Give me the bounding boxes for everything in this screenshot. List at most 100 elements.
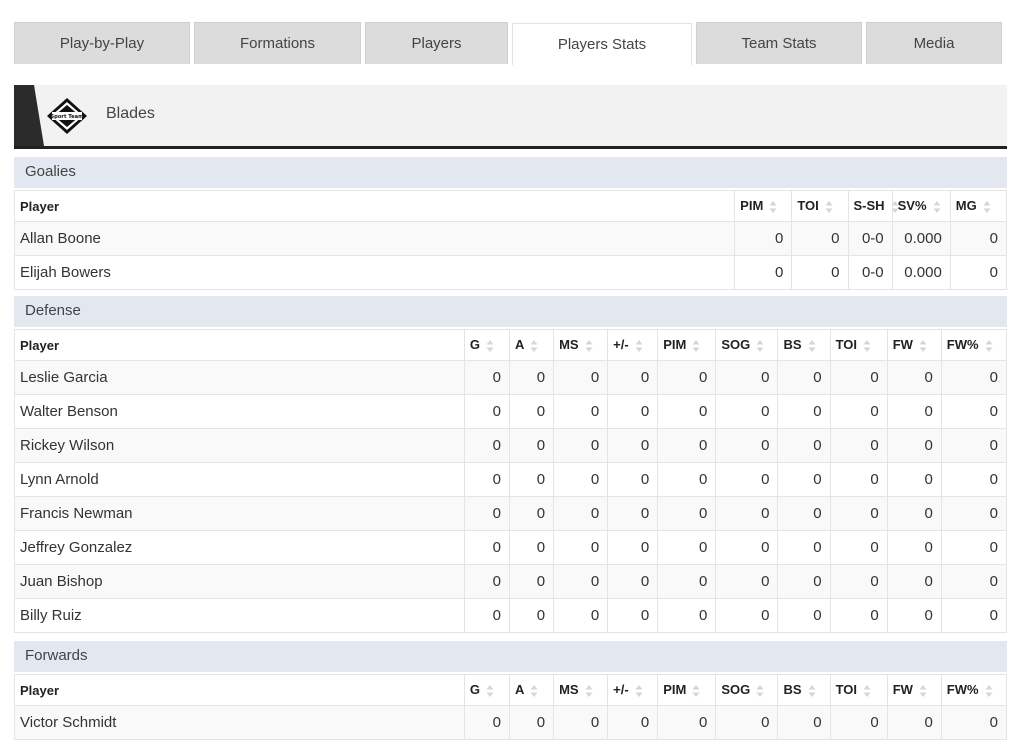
stat-cell: 0 (657, 598, 717, 633)
player-name: Allan Boone (13, 221, 736, 256)
stat-cell: 0 (829, 394, 888, 429)
column-header-label: PIM (740, 198, 764, 214)
tab-play-by-play[interactable]: Play-by-Play (14, 22, 190, 64)
column-header-sortable[interactable]: BS (777, 329, 831, 361)
column-header-sortable[interactable]: MS (553, 329, 609, 361)
sort-arrows-icon (486, 684, 494, 698)
column-header-sortable[interactable]: PIM (657, 329, 717, 361)
stat-cell: 0 (777, 530, 831, 565)
stat-cell: 0 (777, 428, 831, 463)
column-header-sortable[interactable]: FW% (940, 329, 1008, 361)
stat-cell: 0 (463, 530, 510, 565)
column-header-sortable[interactable]: FW (886, 329, 942, 361)
column-header-sortable[interactable]: S-SH (847, 190, 899, 222)
player-name: Juan Bishop (14, 564, 465, 599)
sort-arrows-icon (530, 339, 538, 353)
column-header-sortable[interactable]: FW% (940, 674, 1008, 706)
stat-cell: 0 (886, 530, 942, 565)
column-header-sortable[interactable]: PIM (734, 190, 793, 222)
stat-cell: 0 (791, 255, 849, 290)
column-header-label: Player (20, 198, 60, 214)
column-header-sortable[interactable]: PIM (657, 674, 717, 706)
player-name: Victor Schmidt (14, 705, 465, 740)
stat-cell: 0 (886, 598, 942, 633)
stat-cell: 0 (463, 705, 510, 740)
stat-cell: 0 (463, 564, 510, 599)
tab-players[interactable]: Players (365, 22, 508, 64)
stat-cell: 0 (715, 394, 779, 429)
stat-cell: 0 (657, 360, 717, 395)
stat-cell: 0 (777, 496, 831, 531)
stat-cell: 0 (715, 360, 779, 395)
stat-cell: 0 (940, 705, 1008, 740)
sort-arrows-icon (985, 339, 993, 353)
column-header-sortable[interactable]: G (463, 674, 510, 706)
column-header-sortable[interactable]: TOI (829, 329, 888, 361)
stat-cell: 0 (607, 564, 659, 599)
team-name: Blades (106, 105, 155, 122)
forwards-table: Player G A MS +/- PIM SOG BS TOI FW FW% Victor Schm… (14, 674, 1008, 740)
tab-players-stats[interactable]: Players Stats (512, 23, 692, 65)
tab-formations[interactable]: Formations (194, 22, 361, 64)
stat-cell: 0 (886, 428, 942, 463)
column-header-sortable[interactable]: A (508, 674, 555, 706)
column-header-sortable[interactable]: +/- (607, 674, 659, 706)
stat-cell: 0-0 (847, 221, 893, 256)
stat-cell: 0 (553, 530, 609, 565)
stat-cell: 0 (886, 394, 942, 429)
stat-cell: 0 (553, 705, 609, 740)
logo-text: Sport Team (50, 114, 83, 120)
column-header-sortable[interactable]: FW (886, 674, 942, 706)
column-header-sortable[interactable]: SOG (715, 674, 779, 706)
tab-bar: Play-by-Play Formations Players Players … (14, 22, 1002, 65)
stat-cell: 0 (463, 360, 510, 395)
goalies-section-title: Goalies (14, 157, 1007, 188)
column-header-label: A (514, 337, 525, 353)
stat-cell: 0 (940, 462, 1008, 497)
column-header-label: PIM (663, 682, 687, 698)
column-header-sortable[interactable]: SV% (891, 190, 951, 222)
player-name: Rickey Wilson (14, 428, 465, 463)
stat-cell: 0 (508, 496, 555, 531)
stat-cell: 0 (463, 598, 510, 633)
tab-team-stats[interactable]: Team Stats (696, 22, 862, 64)
sort-arrows-icon (825, 200, 833, 214)
column-header-label: G (469, 337, 481, 353)
table-row: Allan Boone 0 0 0-0 0.000 0 (13, 221, 1008, 256)
stat-cell: 0 (777, 598, 831, 633)
player-name: Billy Ruiz (14, 598, 465, 633)
column-header-sortable[interactable]: G (463, 329, 510, 361)
column-header-sortable[interactable]: TOI (829, 674, 888, 706)
stat-cell: 0 (829, 564, 888, 599)
column-header-sortable[interactable]: MG (949, 190, 1008, 222)
sort-arrows-icon (585, 684, 593, 698)
column-header-sortable[interactable]: MS (553, 674, 609, 706)
table-row: Jeffrey Gonzalez 0 0 0 0 0 0 0 0 0 0 (14, 530, 1008, 565)
column-header-label: S-SH (853, 198, 885, 214)
column-header-sortable[interactable]: BS (777, 674, 831, 706)
stat-cell: 0 (715, 496, 779, 531)
tab-media[interactable]: Media (866, 22, 1002, 64)
player-name: Elijah Bowers (13, 255, 736, 290)
column-header-label: FW (892, 682, 913, 698)
stat-cell: 0 (886, 462, 942, 497)
column-header-sortable[interactable]: SOG (715, 329, 779, 361)
sort-arrows-icon (756, 684, 764, 698)
table-row: Juan Bishop 0 0 0 0 0 0 0 0 0 0 (14, 564, 1008, 599)
column-header-sortable[interactable]: TOI (791, 190, 849, 222)
stat-cell: 0 (777, 394, 831, 429)
sort-arrows-icon (808, 684, 816, 698)
stat-cell: 0 (657, 530, 717, 565)
stat-cell: 0 (607, 428, 659, 463)
column-header-sortable[interactable]: +/- (607, 329, 659, 361)
sort-arrows-icon (919, 684, 927, 698)
stat-cell: 0 (657, 462, 717, 497)
stat-cell: 0 (940, 360, 1008, 395)
stat-cell: 0 (553, 394, 609, 429)
stat-cell: 0 (553, 428, 609, 463)
stat-cell: 0 (607, 394, 659, 429)
sort-arrows-icon (635, 684, 643, 698)
column-header-sortable[interactable]: A (508, 329, 555, 361)
stat-cell: 0 (791, 221, 849, 256)
stat-cell: 0 (715, 530, 779, 565)
